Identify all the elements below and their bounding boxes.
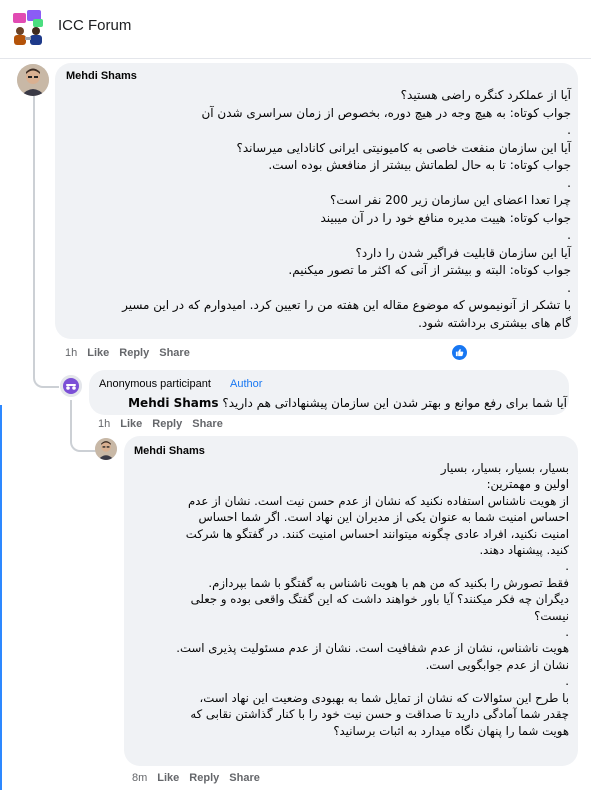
mention-link[interactable]: Mehdi Shams [128, 396, 218, 410]
reply-text-line: آیا شما برای رفع موانع و بهتر شدن این سا… [128, 395, 567, 413]
avatar[interactable] [17, 64, 49, 96]
avatar[interactable] [95, 438, 117, 460]
comment-time[interactable]: 8m [132, 772, 147, 784]
header-divider [0, 58, 591, 59]
anonymous-participant-icon [60, 375, 82, 397]
reply-button[interactable]: Reply [189, 772, 219, 784]
comment-author[interactable]: Mehdi Shams [66, 70, 137, 82]
reply-button[interactable]: Reply [119, 347, 149, 359]
like-button[interactable]: Like [157, 772, 179, 784]
comment-actions: 8m Like Reply Share [132, 772, 260, 784]
comment-time[interactable]: 1h [65, 347, 77, 359]
group-logo-icon [13, 10, 43, 45]
like-button[interactable]: Like [120, 418, 142, 430]
thread-connector-reply [70, 426, 96, 452]
thread-highlight-line [0, 405, 2, 790]
comment-author[interactable]: Anonymous participant [99, 378, 211, 390]
group-title[interactable]: ICC Forum [58, 17, 131, 34]
thread-line [33, 96, 35, 366]
share-button[interactable]: Share [229, 772, 260, 784]
anonymous-avatar[interactable] [60, 375, 82, 397]
group-logo[interactable] [11, 9, 47, 47]
author-badge: Author [230, 378, 263, 390]
thread-connector [33, 360, 59, 388]
comment-author[interactable]: Mehdi Shams [134, 445, 205, 457]
reply-text: آیا شما برای رفع موانع و بهتر شدن این سا… [222, 396, 567, 410]
user-avatar-icon [95, 438, 117, 460]
reply-button[interactable]: Reply [152, 418, 182, 430]
comment-time[interactable]: 1h [98, 418, 110, 430]
share-button[interactable]: Share [159, 347, 190, 359]
reaction-badge[interactable] [452, 345, 467, 360]
comment-actions: 1h Like Reply Share [98, 418, 223, 430]
comment-text: بسیار، بسیار، بسیار، بسیار اولین و مهمتر… [176, 461, 569, 738]
share-button[interactable]: Share [192, 418, 223, 430]
user-avatar-icon [17, 64, 49, 96]
comment-text: آیا از عملکرد کنگره راضی هستید؟ جواب کوت… [122, 88, 571, 330]
thumbs-up-icon [455, 348, 464, 357]
like-button[interactable]: Like [87, 347, 109, 359]
comment-actions: 1h Like Reply Share [65, 347, 190, 359]
